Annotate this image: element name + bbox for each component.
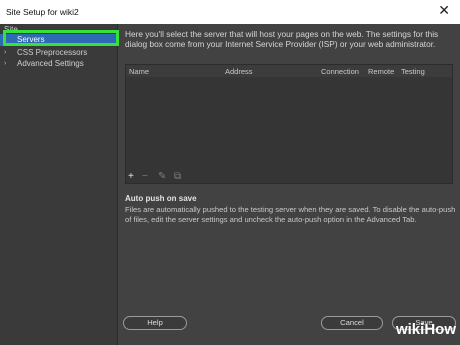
cancel-button[interactable]: Cancel (321, 316, 383, 330)
column-header-testing[interactable]: Testing (401, 67, 425, 76)
sidebar-item-label: CSS Preprocessors (17, 48, 88, 57)
chevron-right-icon[interactable]: › (4, 47, 12, 58)
auto-push-heading: Auto push on save (125, 194, 197, 203)
watermark-part-1: wiki (395, 321, 425, 338)
edit-server-icon[interactable]: ✎ (158, 171, 166, 183)
table-header: Name Address Connection Remote Testing (126, 65, 452, 77)
column-header-connection[interactable]: Connection (321, 67, 359, 76)
watermark-part-2: How (424, 321, 456, 338)
close-icon[interactable]: ✕ (438, 3, 450, 17)
chevron-right-icon[interactable]: › (4, 58, 12, 69)
server-toolbar: + − ✎ ⧉ (128, 171, 208, 183)
wikihow-watermark: wikiHow (384, 319, 456, 341)
duplicate-server-icon[interactable]: ⧉ (174, 171, 181, 183)
intro-text: Here you'll select the server that will … (125, 29, 439, 49)
selection-highlight-box (3, 30, 119, 46)
sidebar-item-css-preprocessors[interactable]: › CSS Preprocessors (4, 47, 114, 58)
auto-push-description: Files are automatically pushed to the te… (125, 205, 456, 224)
add-server-icon[interactable]: + (128, 171, 134, 183)
sidebar: Site Servers › CSS Preprocessors › Advan… (0, 24, 119, 345)
dialog-body: Site Servers › CSS Preprocessors › Advan… (0, 24, 460, 345)
title-bar: Site Setup for wiki2 ✕ (0, 0, 460, 24)
remove-server-icon[interactable]: − (142, 171, 148, 183)
column-header-remote[interactable]: Remote (368, 67, 394, 76)
column-header-address[interactable]: Address (225, 67, 253, 76)
sidebar-item-advanced-settings[interactable]: › Advanced Settings (4, 58, 114, 69)
window-title: Site Setup for wiki2 (6, 7, 79, 17)
sidebar-item-label: Advanced Settings (17, 59, 84, 68)
help-button[interactable]: Help (123, 316, 187, 330)
column-header-name[interactable]: Name (129, 67, 149, 76)
main-panel: Here you'll select the server that will … (118, 24, 460, 345)
servers-table[interactable]: Name Address Connection Remote Testing (125, 64, 453, 184)
